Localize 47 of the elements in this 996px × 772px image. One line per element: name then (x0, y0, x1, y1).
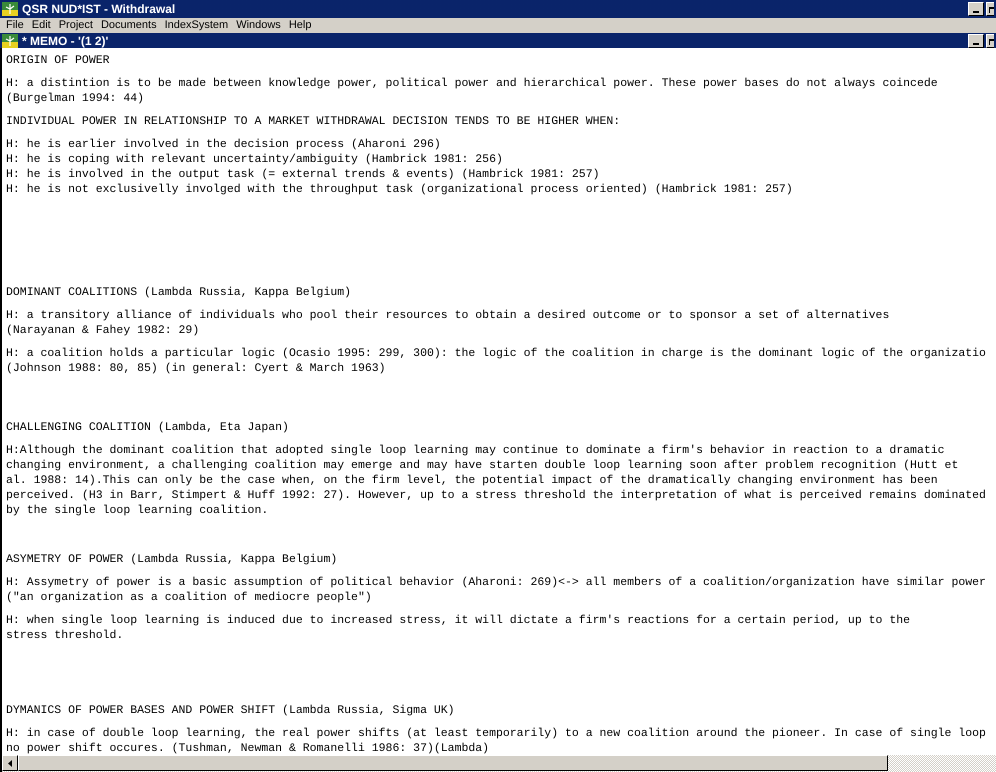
memo-line: H: he is involved in the output task (= external trends & events) (Hambrick 1981: 257) (6, 167, 600, 182)
minimize-button[interactable] (968, 34, 984, 48)
memo-line: ASYMETRY OF POWER (Lambda Russia, Kappa Belgium) (6, 552, 338, 567)
memo-line: H: he is earlier involved in the decision process (Aharoni 296) (6, 137, 441, 152)
memo-line: (Narayanan & Fahey 1982: 29) (6, 323, 200, 338)
menu-item[interactable]: IndexSystem (164, 20, 228, 31)
memo-line: H: a distintion is to be made between knowledge power, political power and hierarchical power. These power bases do not always coincede (6, 76, 938, 91)
app-logo-icon (2, 34, 18, 48)
memo-text-area[interactable] (0, 48, 996, 755)
memo-line: by the single loop learning coalition. (6, 503, 268, 518)
memo-title: * MEMO - '(1 2)' (22, 34, 108, 46)
memo-line: DOMINANT COALITIONS (Lambda Russia, Kappa Belgium) (6, 285, 352, 300)
memo-line: H: a coalition holds a particular logic (Ocasio 1995: 299, 300): the logic of the coalition in charge is the dominant logic of the organizatio (6, 346, 986, 361)
memo-line: H: he is not exclusivelly involged with the throughput task (organizational process oriented) (Hambrick 1981: 257) (6, 182, 793, 197)
memo-line: ("an organization as a coalition of mediocre people") (6, 590, 372, 605)
restore-button[interactable] (986, 2, 994, 16)
memo-line: H: when single loop learning is induced due to increased stress, it will dictate a firm's reactions for a certain period, up to the (6, 613, 910, 628)
memo-line: INDIVIDUAL POWER IN RELATIONSHIP TO A MARKET WITHDRAWAL DECISION TENDS TO BE HIGHER WHEN: (6, 114, 620, 129)
menu-item[interactable]: Project (58, 20, 93, 31)
memo-line: DYMANICS OF POWER BASES AND POWER SHIFT (Lambda Russia, Sigma UK) (6, 703, 455, 718)
window-title: QSR NUD*IST - Withdrawal (22, 3, 176, 15)
memo-line: stress threshold. (6, 628, 124, 643)
memo-line: (Burgelman 1994: 44) (6, 91, 144, 106)
memo-line: no power shift occures. (Tushman, Newman & Romanelli 1986: 37)(Lambda) (6, 741, 490, 755)
memo-line: (Johnson 1988: 80, 85) (in general: Cyert & March 1963) (6, 361, 386, 376)
memo-line: changing environment, a challenging coalition may emerge and may have starten double loop learning soon after problem recognition (Hutt et (6, 458, 958, 473)
memo-line: CHALLENGING COALITION (Lambda, Eta Japan) (6, 420, 289, 435)
menu-item[interactable]: File (6, 20, 24, 31)
left-arrow-icon (8, 760, 12, 766)
app-logo-icon (2, 2, 18, 16)
minimize-button[interactable] (968, 2, 984, 16)
menu-item[interactable]: Help (288, 20, 312, 31)
menu-item[interactable]: Windows (236, 20, 281, 31)
memo-line: ORIGIN OF POWER (6, 53, 110, 68)
memo-line: al. 1988: 14).This can only be the case when, on the firm level, the potential impact of the dramatically changing environment has been (6, 473, 938, 488)
horizontal-scrollbar[interactable] (0, 755, 996, 772)
memo-line: H: a transitory alliance of individuals who pool their resources to obtain a desired outcome or to sponsor a set of alternatives (6, 308, 890, 323)
menu-item[interactable]: Edit (32, 20, 51, 31)
restore-button[interactable] (986, 34, 994, 48)
menu-item[interactable]: Documents (100, 20, 157, 31)
scroll-left-button[interactable] (2, 755, 18, 771)
memo-line: H: in case of double loop learning, the real power shifts (at least temporarily) to a new coalition around the pioneer. In case of single loop (6, 726, 986, 741)
memo-line: H: he is coping with relevant uncertainty/ambiguity (Hambrick 1981: 256) (6, 152, 503, 167)
memo-line: H:Although the dominant coalition that adopted single loop learning may continue to dominate a firm's behavior in reaction to a dramatic (6, 443, 945, 458)
memo-line: perceived. (H3 in Barr, Stimpert & Huff 1992: 27). However, up to a stress threshold the interpretation of what is perceived remains dominated (6, 488, 986, 503)
memo-line: H: Assymetry of power is a basic assumption of political behavior (Aharoni: 269)<-> all members of a coalition/organization have similar power (6, 575, 986, 590)
scrollbar-thumb[interactable] (18, 755, 888, 771)
